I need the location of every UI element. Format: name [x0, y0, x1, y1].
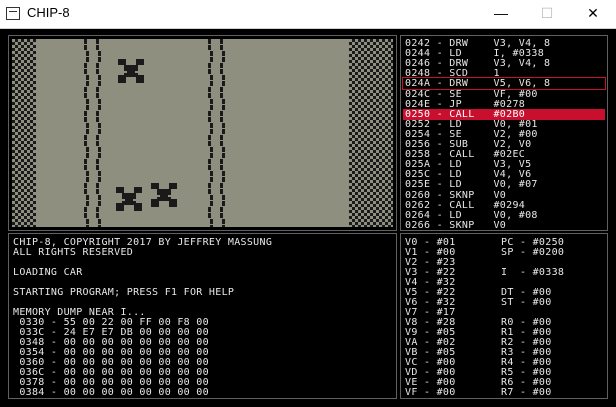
- car-sprite-bottom-right: [151, 183, 177, 207]
- console-line: LOADING CAR: [13, 267, 83, 278]
- minimize-button[interactable]: —: [478, 0, 524, 28]
- close-button[interactable]: ✕: [570, 0, 616, 28]
- disasm-line[interactable]: 0266 - SKNP V0: [405, 220, 603, 230]
- register-value: VF - #00: [405, 387, 456, 398]
- window-title: CHIP-8: [27, 5, 70, 20]
- registers-panel: V0 - #01 PC - #0250 V1 - #00 SP - #0200 V2 -…: [400, 233, 608, 399]
- app-window-icon: [6, 7, 20, 20]
- car-sprite-top: [118, 59, 144, 83]
- console-line: ALL RIGHTS RESERVED: [13, 247, 134, 258]
- title-bar[interactable]: CHIP-8 — ☐ ✕: [0, 0, 616, 29]
- car-sprite-bottom-left: [116, 187, 142, 211]
- disassembly-panel[interactable]: 0242 - DRW V3, V4, 8 0244 - LD I, #0338 02…: [400, 35, 608, 231]
- maximize-button[interactable]: ☐: [524, 0, 570, 28]
- console-line: STARTING PROGRAM; PRESS F1 FOR HELP: [13, 287, 235, 298]
- display-panel: [8, 35, 397, 231]
- console-line: 0384 - 00 00 00 00 00 00 00 00: [13, 387, 209, 398]
- road-edges: [84, 39, 225, 227]
- console-log-panel[interactable]: CHIP-8, COPYRIGHT 2017 BY JEFFREY MASSUN…: [8, 233, 397, 399]
- emulator-window: CHIP-8 — ☐ ✕ 0242 - DRW V3, V4, 8 0244 -…: [0, 0, 616, 407]
- register-row: VF - #00 R7 - #00: [405, 387, 605, 398]
- chip8-display[interactable]: [12, 39, 393, 227]
- register-value: R7 - #00: [501, 387, 552, 398]
